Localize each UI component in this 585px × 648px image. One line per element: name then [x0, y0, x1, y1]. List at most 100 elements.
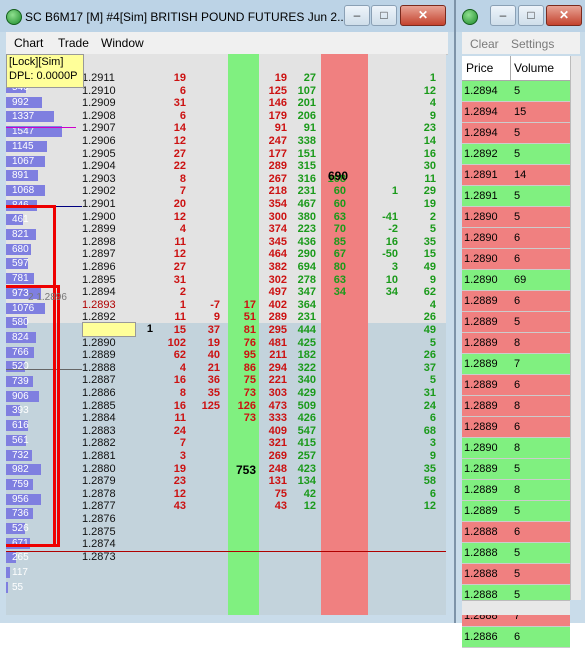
- ladder-price[interactable]: 1.2899: [82, 223, 136, 235]
- menu-trade[interactable]: Trade: [58, 36, 89, 50]
- ladder-cell[interactable]: 49: [406, 324, 436, 336]
- ladder-price[interactable]: 1.2876: [82, 513, 136, 525]
- ladder-cell[interactable]: 27: [288, 72, 316, 84]
- ladder-cell[interactable]: 509: [288, 400, 316, 412]
- ladder-cell[interactable]: 26: [406, 349, 436, 361]
- ladder-price[interactable]: 1.2874: [82, 538, 136, 550]
- ladder-cell[interactable]: 6: [406, 488, 436, 500]
- ladder-cell[interactable]: 5: [406, 337, 436, 349]
- ts-minimize-button[interactable]: –: [490, 5, 516, 26]
- ladder-cell[interactable]: 73: [228, 412, 256, 424]
- ladder-cell[interactable]: 16: [406, 148, 436, 160]
- ladder-cell[interactable]: 3: [156, 450, 186, 462]
- ladder-cell[interactable]: 354: [259, 198, 287, 210]
- ladder-cell[interactable]: 11: [406, 173, 436, 185]
- ladder-cell[interactable]: 316: [288, 173, 316, 185]
- ts-row[interactable]: 1.2891 14: [462, 165, 570, 186]
- ladder-cell[interactable]: 464: [259, 248, 287, 260]
- ladder-cell[interactable]: 1: [156, 299, 186, 311]
- ladder-cell[interactable]: 436: [288, 236, 316, 248]
- ladder-cell[interactable]: 223: [288, 223, 316, 235]
- ladder-cell[interactable]: 4: [406, 97, 436, 109]
- ladder-price[interactable]: 1.2901: [82, 198, 136, 210]
- ladder-cell[interactable]: 7: [156, 185, 186, 197]
- ladder-cell[interactable]: 51: [228, 311, 256, 323]
- ladder-cell[interactable]: 95: [228, 349, 256, 361]
- settings-button[interactable]: Settings: [511, 37, 554, 51]
- ladder-cell[interactable]: 315: [288, 160, 316, 172]
- ladder-cell[interactable]: 206: [288, 110, 316, 122]
- ladder-cell[interactable]: 278: [288, 274, 316, 286]
- ladder-cell[interactable]: 15: [156, 324, 186, 336]
- ladder-cell[interactable]: 35: [406, 463, 436, 475]
- ts-vertical-scrollbar[interactable]: [570, 56, 581, 600]
- ladder-cell[interactable]: 295: [259, 324, 287, 336]
- ladder-cell[interactable]: 426: [288, 412, 316, 424]
- ladder-price[interactable]: 1.2890: [82, 337, 136, 349]
- ladder-cell[interactable]: 6: [406, 412, 436, 424]
- ladder-cell[interactable]: 12: [406, 85, 436, 97]
- ladder-cell[interactable]: 429: [288, 387, 316, 399]
- ladder-cell[interactable]: 19: [406, 198, 436, 210]
- ts-row[interactable]: 1.2894 5: [462, 81, 570, 102]
- ts-header-volume[interactable]: Volume: [514, 61, 554, 75]
- ladder-cell[interactable]: 9: [406, 450, 436, 462]
- ladder-cell[interactable]: 16: [368, 236, 398, 248]
- ts-row[interactable]: 1.2889 8: [462, 396, 570, 417]
- ladder-cell[interactable]: 547: [288, 425, 316, 437]
- ladder-cell[interactable]: 11: [156, 236, 186, 248]
- ladder-cell[interactable]: 43: [259, 500, 287, 512]
- ts-row[interactable]: 1.2889 5: [462, 312, 570, 333]
- ladder-price[interactable]: 1.2906: [82, 135, 136, 147]
- ladder-cell[interactable]: 345: [259, 236, 287, 248]
- ts-row[interactable]: 1.2889 6: [462, 291, 570, 312]
- menu-chart[interactable]: Chart: [14, 36, 43, 50]
- ladder-cell[interactable]: 81: [228, 324, 256, 336]
- ladder-cell[interactable]: 231: [288, 185, 316, 197]
- ladder-cell[interactable]: 36: [196, 374, 220, 386]
- ts-row[interactable]: 1.2894 5: [462, 123, 570, 144]
- ladder-cell[interactable]: 694: [288, 261, 316, 273]
- ts-row[interactable]: 1.2889 6: [462, 417, 570, 438]
- ladder-cell[interactable]: 5: [406, 223, 436, 235]
- ts-row[interactable]: 1.2894 15: [462, 102, 570, 123]
- ladder-cell[interactable]: 497: [259, 286, 287, 298]
- ladder-cell[interactable]: 17: [228, 299, 256, 311]
- ladder-cell[interactable]: 4: [406, 299, 436, 311]
- ladder-cell[interactable]: 80: [322, 261, 346, 273]
- ladder-cell[interactable]: 380: [288, 211, 316, 223]
- ladder-cell[interactable]: 12: [156, 248, 186, 260]
- ts-row[interactable]: 1.2889 5: [462, 501, 570, 522]
- ladder-cell[interactable]: 303: [259, 387, 287, 399]
- ladder-cell[interactable]: 12: [156, 488, 186, 500]
- ladder-price[interactable]: 1.2878: [82, 488, 136, 500]
- ladder-cell[interactable]: 24: [406, 400, 436, 412]
- ladder-cell[interactable]: 49: [406, 261, 436, 273]
- ladder-cell[interactable]: 19: [196, 337, 220, 349]
- ladder-cell[interactable]: 248: [259, 463, 287, 475]
- ladder-price[interactable]: 1.2875: [82, 526, 136, 538]
- ladder-cell[interactable]: 8: [156, 387, 186, 399]
- ladder-price[interactable]: 1.2909: [82, 97, 136, 109]
- ts-row[interactable]: 1.2888 5: [462, 543, 570, 564]
- ladder-cell[interactable]: 11: [156, 412, 186, 424]
- ladder-cell[interactable]: 70: [322, 223, 346, 235]
- ladder-price[interactable]: 1.2884: [82, 412, 136, 424]
- ladder-cell[interactable]: 34: [368, 286, 398, 298]
- ladder-cell[interactable]: 35: [196, 387, 220, 399]
- ts-row[interactable]: 1.2889 6: [462, 375, 570, 396]
- ladder-cell[interactable]: 2: [406, 211, 436, 223]
- ladder-cell[interactable]: 126: [228, 400, 256, 412]
- ladder-cell[interactable]: 27: [156, 148, 186, 160]
- ladder-cell[interactable]: 1: [368, 185, 398, 197]
- ladder-price[interactable]: 1.2910: [82, 85, 136, 97]
- ladder-cell[interactable]: 85: [322, 236, 346, 248]
- ladder-cell[interactable]: 4: [156, 362, 186, 374]
- ladder-cell[interactable]: 382: [259, 261, 287, 273]
- ladder-cell[interactable]: 26: [406, 311, 436, 323]
- ladder-cell[interactable]: 247: [259, 135, 287, 147]
- ladder-cell[interactable]: 91: [259, 122, 287, 134]
- ladder-price[interactable]: 1.2873: [82, 551, 136, 563]
- ladder-cell[interactable]: -2: [368, 223, 398, 235]
- ladder-cell[interactable]: 62: [156, 349, 186, 361]
